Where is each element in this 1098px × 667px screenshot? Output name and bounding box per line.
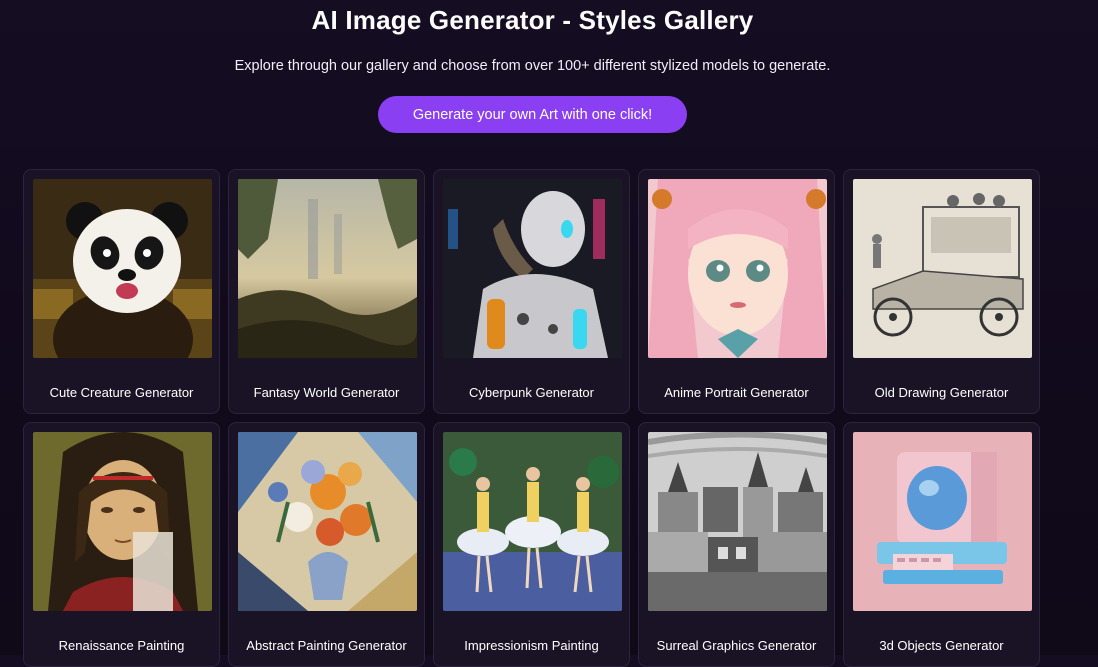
panda-image[interactable] bbox=[33, 179, 212, 358]
gallery-card-abstract-painting[interactable]: Abstract Painting Generator bbox=[228, 422, 425, 667]
gallery-card-impressionism[interactable]: Impressionism Painting bbox=[433, 422, 630, 667]
gallery-card-label: Abstract Painting Generator bbox=[246, 638, 407, 653]
gallery-card-label: 3d Objects Generator bbox=[879, 638, 1004, 653]
gallery-card-label: Impressionism Painting bbox=[464, 638, 599, 653]
gallery-card-label: Cyberpunk Generator bbox=[468, 385, 594, 400]
mona-lisa-image[interactable] bbox=[33, 432, 212, 611]
gallery-card-renaissance[interactable]: Renaissance Painting bbox=[23, 422, 220, 667]
gallery-card-label: Cute Creature Generator bbox=[49, 385, 194, 400]
gallery-card-3d-objects[interactable]: 3d Objects Generator bbox=[843, 422, 1040, 667]
generate-art-button[interactable]: Generate your own Art with one click! bbox=[378, 96, 687, 133]
page-title: AI Image Generator - Styles Gallery bbox=[311, 5, 754, 35]
anime-girl-image[interactable] bbox=[648, 179, 827, 358]
page-subtitle: Explore through our gallery and choose f… bbox=[234, 58, 831, 74]
gallery-card-fantasy-world[interactable]: Fantasy World Generator bbox=[228, 169, 425, 414]
robot-image[interactable] bbox=[443, 179, 622, 358]
gallery-card-label: Renaissance Painting bbox=[58, 638, 185, 653]
gallery-card-old-drawing[interactable]: Old Drawing Generator bbox=[843, 169, 1040, 414]
retro-computer-image[interactable] bbox=[853, 432, 1032, 611]
flower-vase-image[interactable] bbox=[238, 432, 417, 611]
gallery-card-label: Fantasy World Generator bbox=[253, 385, 400, 400]
gallery-card-label: Surreal Graphics Generator bbox=[656, 638, 817, 653]
fantasy-landscape-image[interactable] bbox=[238, 179, 417, 358]
vintage-car-sketch-image[interactable] bbox=[853, 179, 1032, 358]
gallery-card-cute-creature[interactable]: Cute Creature Generator bbox=[23, 169, 220, 414]
gallery-card-label: Old Drawing Generator bbox=[874, 385, 1009, 400]
gallery-card-label: Anime Portrait Generator bbox=[664, 385, 809, 400]
gallery-card-anime-portrait[interactable]: Anime Portrait Generator bbox=[638, 169, 835, 414]
gallery-card-surreal-graphics[interactable]: Surreal Graphics Generator bbox=[638, 422, 835, 667]
gallery-card-cyberpunk[interactable]: Cyberpunk Generator bbox=[433, 169, 630, 414]
ballet-dancers-image[interactable] bbox=[443, 432, 622, 611]
city-sketch-image[interactable] bbox=[648, 432, 827, 611]
